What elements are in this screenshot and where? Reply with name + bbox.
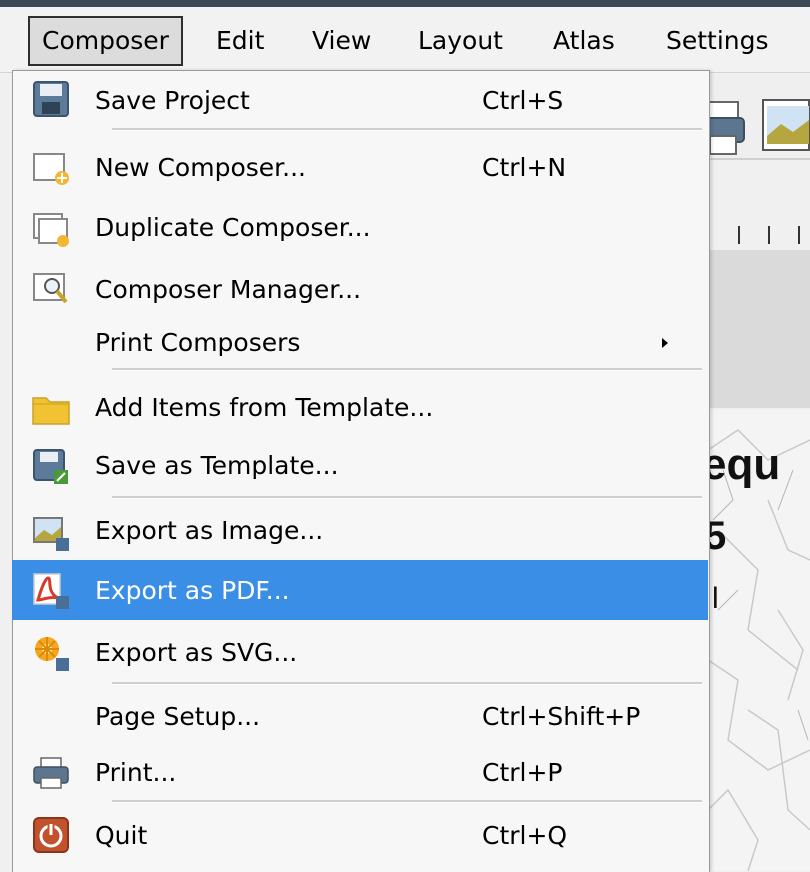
printer-icon: [33, 757, 69, 789]
menu-item-quit[interactable]: Quit Ctrl+Q: [12, 806, 708, 864]
menu-view[interactable]: View: [300, 16, 383, 66]
menu-item-label: Composer Manager...: [95, 275, 362, 304]
menu-item-composer-manager[interactable]: Composer Manager...: [12, 260, 708, 316]
menu-item-shortcut: Ctrl+N: [482, 153, 567, 182]
menu-item-add-items-from-template[interactable]: Add Items from Template...: [12, 378, 708, 436]
magnifier-document-icon: [33, 273, 68, 304]
menu-separator: [112, 800, 702, 803]
menu-item-label: Export as SVG...: [95, 638, 298, 667]
menu-item-new-composer[interactable]: New Composer... Ctrl+N: [12, 138, 708, 196]
menubar: Composer Edit View Layout Atlas Settings: [0, 0, 810, 73]
menu-item-label: Quit: [95, 821, 148, 850]
ruler: [708, 226, 810, 244]
save-template-icon: [33, 449, 68, 484]
new-document-icon: [33, 153, 69, 185]
menu-item-duplicate-composer[interactable]: Duplicate Composer...: [12, 198, 708, 256]
menu-atlas[interactable]: Atlas: [541, 16, 627, 66]
menu-item-export-as-pdf[interactable]: Export as PDF...: [12, 560, 708, 620]
menu-composer[interactable]: Composer: [28, 16, 183, 66]
export-svg-icon: [35, 637, 69, 671]
menu-item-shortcut: Ctrl+S: [482, 86, 564, 115]
power-icon: [33, 817, 69, 853]
menu-item-print-composers[interactable]: Print Composers: [12, 318, 708, 368]
menu-item-page-setup[interactable]: Page Setup... Ctrl+Shift+P: [12, 688, 708, 744]
menu-separator: [112, 128, 702, 131]
menu-settings[interactable]: Settings: [654, 16, 781, 66]
menu-item-label: Duplicate Composer...: [95, 213, 371, 242]
menu-separator: [112, 682, 702, 685]
menu-item-label: Save Project: [95, 86, 250, 115]
menu-item-label: Add Items from Template...: [95, 393, 434, 422]
folder-icon: [32, 397, 70, 425]
map-text-fragment: l: [712, 582, 719, 615]
menu-item-label: New Composer...: [95, 153, 306, 182]
menu-item-export-as-image[interactable]: Export as Image...: [12, 502, 708, 558]
menu-separator: [112, 496, 702, 499]
menu-item-shortcut: Ctrl+Shift+P: [482, 702, 641, 731]
menu-item-label: Export as Image...: [95, 516, 324, 545]
menu-separator: [112, 368, 702, 371]
menu-layout[interactable]: Layout: [406, 16, 515, 66]
submenu-arrow-icon: [662, 338, 668, 348]
menu-item-export-as-svg[interactable]: Export as SVG...: [12, 624, 708, 680]
duplicate-document-icon: [33, 213, 69, 247]
menu-item-save-as-template[interactable]: Save as Template...: [12, 436, 708, 494]
menu-item-label: Print...: [95, 758, 177, 787]
menu-item-print[interactable]: Print... Ctrl+P: [12, 744, 708, 800]
canvas-margin: [708, 250, 810, 408]
export-image-icon[interactable]: [757, 96, 810, 154]
toolbar-separator: [705, 158, 810, 160]
menu-item-save-project[interactable]: Save Project Ctrl+S: [12, 74, 708, 128]
menu-edit[interactable]: Edit: [204, 16, 276, 66]
menu-item-label: Print Composers: [95, 328, 301, 357]
floppy-disk-icon: [33, 81, 69, 117]
export-pdf-icon: [33, 573, 69, 609]
export-image-icon: [33, 517, 69, 551]
menu-item-label: Page Setup...: [95, 702, 261, 731]
window-top-border: [0, 0, 810, 7]
menu-item-label: Export as PDF...: [95, 576, 290, 605]
menu-item-label: Save as Template...: [95, 451, 339, 480]
map-title-fragment: equ: [702, 440, 781, 489]
menu-item-shortcut: Ctrl+Q: [482, 821, 568, 850]
menu-item-shortcut: Ctrl+P: [482, 758, 563, 787]
